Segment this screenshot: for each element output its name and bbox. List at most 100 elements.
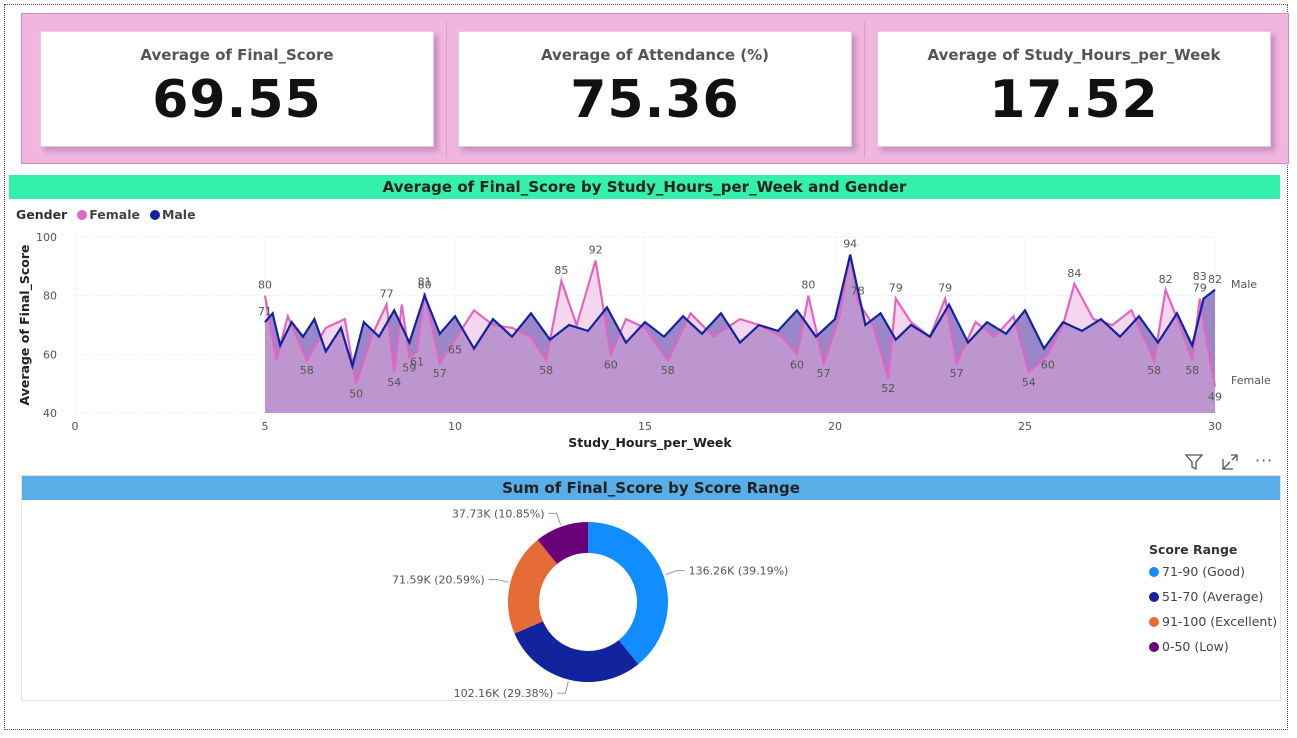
kpi-card-study-hours[interactable]: Average of Study_Hours_per_Week 17.52 [877,31,1271,147]
x-tick-label: 0 [72,420,79,433]
legend-label: 91-100 (Excellent) [1162,614,1278,629]
y-tick-label: 100 [36,231,57,244]
data-label: 79 [1193,282,1207,295]
visual-header-toolbar: ··· [1184,451,1280,475]
legend-item-low[interactable]: 0-50 (Low) [1149,639,1277,664]
data-label: 65 [448,344,462,357]
y-tick-label: 80 [43,290,57,303]
legend-label: Male [161,207,196,222]
x-tick-label: 20 [828,420,842,433]
data-label: 78 [851,285,865,298]
data-label: 85 [554,264,568,277]
x-axis-title: Study_Hours_per_Week [568,435,732,451]
report-canvas: Average of Final_Score 69.55 Average of … [4,4,1289,730]
kpi-title: Average of Attendance (%) [540,46,770,64]
kpi-value: 17.52 [989,70,1159,130]
legend-item-good[interactable]: 71-90 (Good) [1149,564,1277,589]
data-label: 54 [387,376,401,389]
leader-line [557,681,569,694]
excellent-dot-icon [1149,617,1159,627]
data-label: 58 [300,364,314,377]
end-label-male: Male [1231,278,1257,291]
legend-item-average[interactable]: 51-70 (Average) [1149,589,1277,614]
focus-mode-icon[interactable] [1221,453,1239,475]
legend-item-male[interactable]: Male [144,207,196,222]
low-dot-icon [1149,642,1159,652]
donut-legend: Score Range 71-90 (Good) 51-70 (Average)… [1149,542,1277,664]
legend-item-excellent[interactable]: 91-100 (Excellent) [1149,614,1277,639]
donut-data-label: 37.73K (10.85%) [452,507,545,520]
data-label: 50 [349,388,363,401]
data-label: 49 [1208,391,1222,404]
legend-label: 71-90 (Good) [1162,564,1245,579]
leader-line [665,570,685,576]
data-label: 61 [410,355,424,368]
data-label: 82 [1208,273,1222,286]
data-label: 83 [1193,270,1207,283]
legend-label: Female [89,207,140,222]
legend-item-female[interactable]: Female [71,207,140,222]
donut-slice[interactable] [514,621,639,682]
kpi-band: Average of Final_Score 69.55 Average of … [21,13,1289,164]
x-tick-label: 10 [448,420,462,433]
legend-label: 0-50 (Low) [1162,639,1229,654]
data-label: 79 [938,282,952,295]
kpi-value: 75.36 [570,70,740,130]
y-axis-title: Average of Final_Score [17,245,33,406]
data-label: 52 [881,382,895,395]
data-label: 80 [258,279,272,292]
data-label: 58 [1147,364,1161,377]
good-dot-icon [1149,567,1159,577]
data-label: 58 [1185,364,1199,377]
y-tick-label: 40 [43,407,57,420]
x-tick-label: 5 [262,420,269,433]
end-label-female: Female [1231,374,1271,387]
line-chart-legend: Gender Female Male [16,207,196,222]
kpi-title: Average of Final_Score [140,46,334,64]
data-label: 60 [604,358,618,371]
legend-title: Score Range [1149,542,1238,557]
data-label: 57 [817,367,831,380]
donut-slices [507,522,668,682]
more-options-icon[interactable]: ··· [1255,451,1273,470]
kpi-title: Average of Study_Hours_per_Week [927,46,1221,64]
divider [446,22,447,158]
data-label: 80 [801,279,815,292]
data-label: 60 [1041,358,1055,371]
donut-data-label: 136.26K (39.19%) [689,565,789,578]
kpi-card-attendance[interactable]: Average of Attendance (%) 75.36 [458,31,852,147]
donut-data-label: 102.16K (29.38%) [454,687,554,700]
line-chart[interactable]: 406080100 0 5 10 15 20 25 30 80715850775459618… [5,227,1289,455]
data-label: 71 [258,305,272,318]
data-label: 60 [790,358,804,371]
data-label: 79 [889,282,903,295]
x-tick-label: 15 [638,420,652,433]
data-label: 58 [661,364,675,377]
data-label: 77 [380,287,394,300]
kpi-card-final-score[interactable]: Average of Final_Score 69.55 [40,31,434,147]
average-dot-icon [1149,592,1159,602]
data-label: 92 [589,243,603,256]
filter-icon[interactable] [1184,453,1204,475]
data-label: 84 [1067,267,1081,280]
data-label: 82 [1159,273,1173,286]
y-tick-label: 60 [43,348,57,361]
donut-chart-visual[interactable]: Sum of Final_Score by Score Range 136.26… [21,475,1281,701]
donut-chart[interactable]: 136.26K (39.19%) 102.16K (29.38%) 71.59K (… [22,476,1122,700]
kpi-value: 69.55 [152,70,322,130]
x-axis-ticks: 0 5 10 15 20 25 30 [72,420,1223,433]
male-dot-icon [149,210,160,220]
legend-title: Gender [16,207,68,222]
donut-data-label: 71.59K (20.59%) [392,573,485,586]
divider [864,22,865,158]
data-label: 57 [433,367,447,380]
data-label: 94 [843,238,857,251]
line-chart-title: Average of Final_Score by Study_Hours_pe… [9,175,1280,199]
data-label: 54 [1022,376,1036,389]
data-label: 57 [950,367,964,380]
donut-slice[interactable] [588,522,668,665]
female-dot-icon [77,210,88,220]
data-label: 58 [539,364,553,377]
y-axis-ticks: 40 60 80 100 [36,231,57,420]
data-label: 80 [418,279,432,292]
